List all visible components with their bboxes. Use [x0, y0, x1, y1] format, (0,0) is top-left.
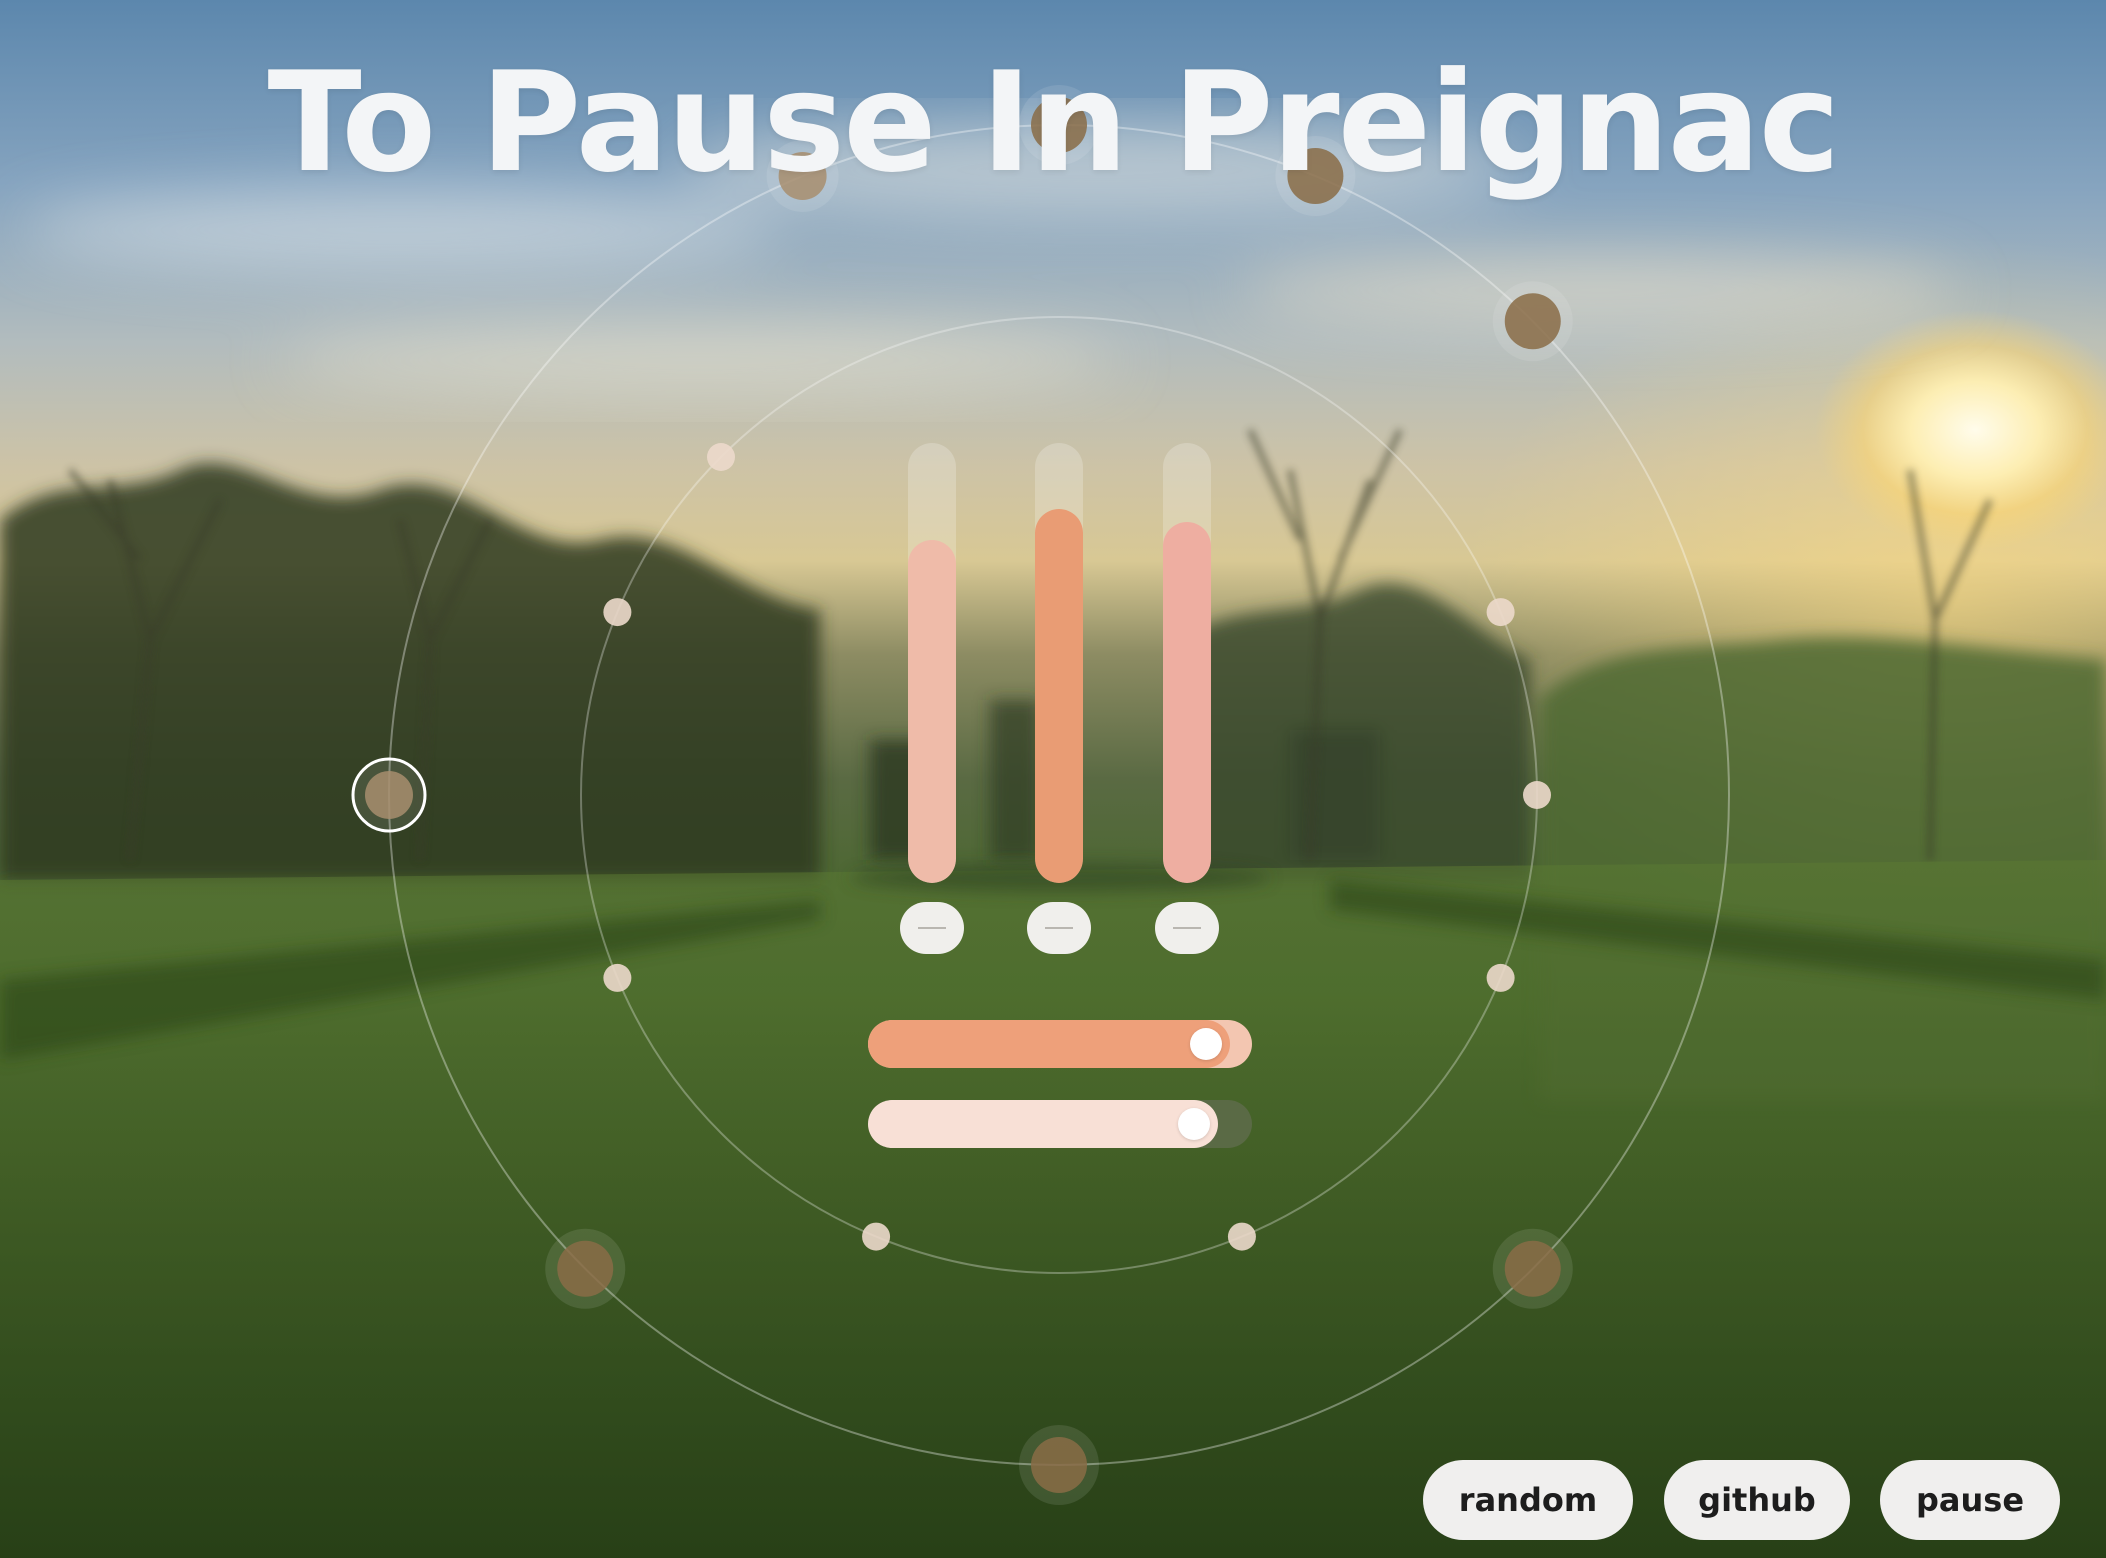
wheel-node[interactable]	[862, 1222, 891, 1251]
speed-slider-fill	[868, 1020, 1230, 1068]
wheel-node[interactable]	[603, 963, 632, 992]
volume-slider-fill	[868, 1100, 1218, 1148]
wheel-node[interactable]	[351, 757, 427, 833]
app-stage: To Pause In Preignac random github pause	[0, 0, 2106, 1558]
wheel-node-dot[interactable]	[365, 771, 413, 819]
speed-slider[interactable]	[868, 1020, 1252, 1068]
volume-slider[interactable]	[868, 1100, 1252, 1148]
wheel-node[interactable]	[1019, 1425, 1099, 1505]
wheel-node-dot[interactable]	[1227, 1222, 1256, 1251]
vertical-slider-3[interactable]	[1163, 443, 1211, 883]
wheel-node-dot[interactable]	[603, 598, 632, 627]
wheel-node[interactable]	[545, 1228, 626, 1309]
wheel-node[interactable]	[603, 598, 632, 627]
wheel-node-dot[interactable]	[707, 443, 736, 472]
wheel-node-dot[interactable]	[603, 963, 632, 992]
wheel-node[interactable]	[1492, 281, 1573, 362]
wheel-node[interactable]	[1486, 963, 1515, 992]
wheel-node-dot[interactable]	[557, 1240, 614, 1297]
pause-button[interactable]: pause	[1880, 1460, 2060, 1540]
minus-button-3[interactable]	[1155, 902, 1219, 954]
wheel-node-dot[interactable]	[1486, 963, 1515, 992]
random-button[interactable]: random	[1423, 1460, 1633, 1540]
wheel-node-dot[interactable]	[1031, 1437, 1087, 1493]
github-button[interactable]: github	[1664, 1460, 1850, 1540]
wheel-node-dot[interactable]	[1486, 598, 1515, 627]
wheel-node[interactable]	[707, 443, 736, 472]
vertical-slider-1-fill	[908, 540, 956, 883]
wheel-node[interactable]	[1486, 598, 1515, 627]
wheel-node[interactable]	[1523, 781, 1551, 809]
vertical-slider-2-fill	[1035, 509, 1083, 883]
vertical-slider-1[interactable]	[908, 443, 956, 883]
speed-slider-knob[interactable]	[1190, 1028, 1222, 1060]
vertical-slider-3-fill	[1163, 522, 1211, 883]
wheel-node-dot[interactable]	[1504, 293, 1561, 350]
wheel-node[interactable]	[1492, 1228, 1573, 1309]
minus-button-2[interactable]	[1027, 902, 1091, 954]
minus-button-1[interactable]	[900, 902, 964, 954]
wheel-node-dot[interactable]	[1523, 781, 1551, 809]
volume-slider-knob[interactable]	[1178, 1108, 1210, 1140]
page-title: To Pause In Preignac	[267, 42, 1841, 203]
wheel-node-dot[interactable]	[862, 1222, 891, 1251]
wheel-node-dot[interactable]	[1504, 1240, 1561, 1297]
vertical-slider-2[interactable]	[1035, 443, 1083, 883]
wheel-node[interactable]	[1227, 1222, 1256, 1251]
